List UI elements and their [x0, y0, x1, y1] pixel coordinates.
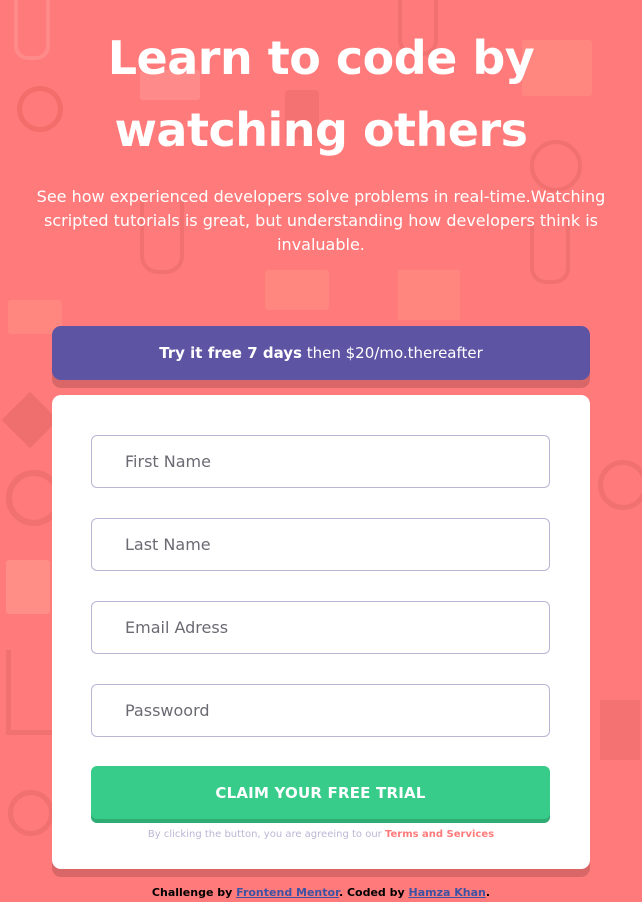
- attribution-suffix: .: [485, 886, 491, 899]
- password-input[interactable]: [92, 685, 549, 736]
- attribution: Challenge by Frontend Mentor. Coded by H…: [0, 886, 642, 899]
- claim-trial-button[interactable]: CLAIM YOUR FREE TRIAL: [91, 766, 550, 819]
- offer-highlight: Try it free 7 days: [159, 344, 302, 362]
- terms-notice: By clicking the button, you are agreeing…: [52, 829, 590, 840]
- first-name-input[interactable]: [92, 436, 549, 487]
- intro-paragraph: See how experienced developers solve pro…: [36, 187, 606, 254]
- frontend-mentor-link[interactable]: Frontend Mentor: [236, 886, 339, 899]
- attribution-middle: . Coded by: [338, 886, 405, 899]
- attribution-prefix: Challenge by: [151, 886, 233, 899]
- signup-form: CLAIM YOUR FREE TRIAL By clicking the bu…: [52, 395, 590, 869]
- page-title: Learn to code by watching others: [0, 22, 642, 166]
- page-title-line-2: watching others: [114, 103, 528, 157]
- terms-prefix: By clicking the button, you are agreeing…: [147, 829, 382, 840]
- author-link[interactable]: Hamza Khan: [409, 886, 486, 899]
- trial-offer-banner: Try it free 7 days then $20/mo.thereafte…: [52, 326, 590, 380]
- last-name-field: [91, 518, 550, 571]
- terms-link[interactable]: Terms and Services: [385, 829, 494, 840]
- email-field: [91, 601, 550, 654]
- password-field: [91, 684, 550, 737]
- page-title-line-1: Learn to code by: [107, 31, 535, 85]
- first-name-field: [91, 435, 550, 488]
- email-input[interactable]: [92, 602, 549, 653]
- offer-detail: then $20/mo.thereafter: [306, 344, 483, 362]
- last-name-input[interactable]: [92, 519, 549, 570]
